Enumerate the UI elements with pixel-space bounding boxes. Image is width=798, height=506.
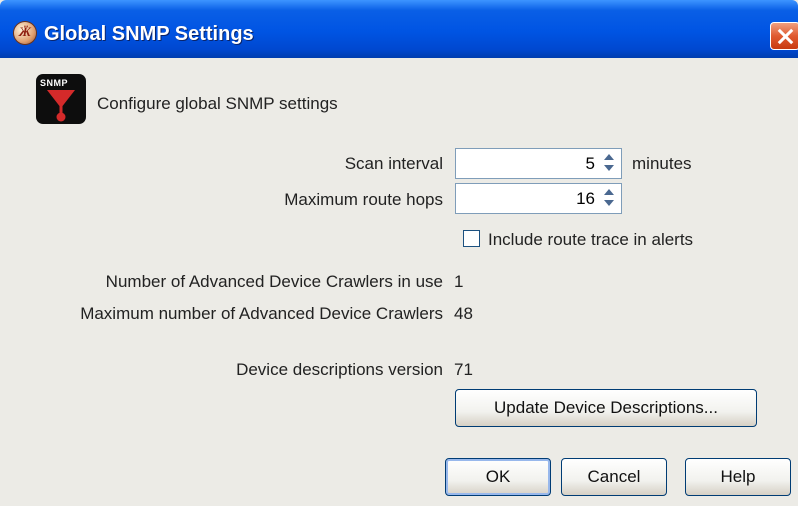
crawlers-in-use-label: Number of Advanced Device Crawlers in us… xyxy=(105,272,443,291)
close-icon[interactable] xyxy=(770,22,798,50)
spin-down-icon[interactable] xyxy=(604,165,614,171)
scan-interval-value[interactable]: 5 xyxy=(586,154,595,174)
include-route-trace-checkbox[interactable] xyxy=(463,230,480,247)
include-route-trace-label[interactable]: Include route trace in alerts xyxy=(488,230,693,250)
descriptions-version-value: 71 xyxy=(454,360,473,379)
header-description: Configure global SNMP settings xyxy=(97,94,338,113)
scan-interval-spinner[interactable]: 5 xyxy=(455,148,622,179)
snmp-icon-label: SNMP xyxy=(40,78,69,88)
snmp-icon: SNMP xyxy=(36,74,86,124)
spinner-arrows-icon[interactable] xyxy=(601,153,617,174)
max-crawlers-label: Maximum number of Advanced Device Crawle… xyxy=(80,304,443,323)
cancel-button[interactable]: Cancel xyxy=(561,458,667,496)
spin-down-icon[interactable] xyxy=(604,200,614,206)
window-title: Global SNMP Settings xyxy=(44,23,254,45)
crawlers-in-use-value: 1 xyxy=(454,272,464,291)
scan-interval-label: Scan interval xyxy=(344,154,443,173)
spin-up-icon[interactable] xyxy=(604,154,614,160)
help-button[interactable]: Help xyxy=(685,458,791,496)
scan-interval-unit: minutes xyxy=(632,154,692,173)
spinner-arrows-icon[interactable] xyxy=(601,188,617,209)
max-route-hops-spinner[interactable]: 16 xyxy=(455,183,622,214)
title-bar[interactable]: Ӝ Global SNMP Settings xyxy=(0,0,798,58)
max-route-hops-label: Maximum route hops xyxy=(284,190,443,209)
app-icon: Ӝ xyxy=(14,22,36,44)
app-icon-glyph: Ӝ xyxy=(19,24,31,39)
ok-button[interactable]: OK xyxy=(445,458,551,496)
descriptions-version-label: Device descriptions version xyxy=(236,360,443,379)
update-device-descriptions-button[interactable]: Update Device Descriptions... xyxy=(455,389,757,427)
spin-up-icon[interactable] xyxy=(604,189,614,195)
global-snmp-settings-dialog: Ӝ Global SNMP Settings SNMP Configure gl… xyxy=(0,0,798,506)
max-route-hops-value[interactable]: 16 xyxy=(576,189,595,209)
max-crawlers-value: 48 xyxy=(454,304,473,323)
